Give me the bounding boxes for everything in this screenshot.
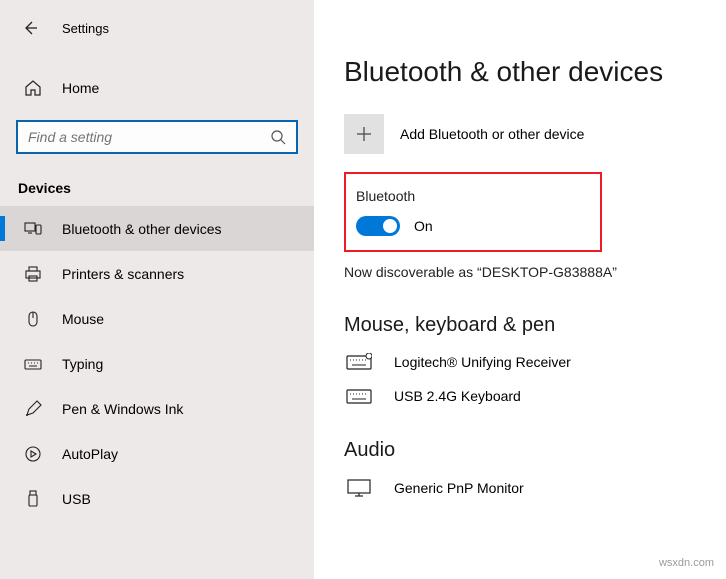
nav-label: Pen & Windows Ink: [62, 401, 183, 417]
nav-label: AutoPlay: [62, 446, 118, 462]
nav-item-pen[interactable]: Pen & Windows Ink: [0, 386, 314, 431]
nav-label: Mouse: [62, 311, 104, 327]
bluetooth-toggle-row: On: [356, 216, 584, 236]
keyboard-icon: [344, 387, 374, 405]
usb-icon: [24, 490, 42, 508]
nav-list: Bluetooth & other devices Printers & sca…: [0, 206, 314, 521]
main-content: Bluetooth & other devices Add Bluetooth …: [314, 0, 726, 579]
monitor-icon: [344, 478, 374, 498]
device-label: USB 2.4G Keyboard: [394, 388, 521, 404]
keyboard-icon: [344, 353, 374, 371]
device-item[interactable]: Generic PnP Monitor: [344, 478, 706, 498]
device-item[interactable]: USB 2.4G Keyboard: [344, 387, 706, 405]
bluetooth-heading: Bluetooth: [356, 188, 584, 204]
device-item[interactable]: Logitech® Unifying Receiver: [344, 353, 706, 371]
bluetooth-highlight-box: Bluetooth On: [344, 172, 602, 252]
search-icon: [270, 129, 286, 145]
device-label: Logitech® Unifying Receiver: [394, 354, 571, 370]
devices-icon: [24, 220, 42, 238]
bluetooth-toggle[interactable]: [356, 216, 400, 236]
add-device-label: Add Bluetooth or other device: [400, 126, 584, 142]
nav-label: Typing: [62, 356, 103, 372]
search-input[interactable]: [28, 129, 270, 145]
nav-item-usb[interactable]: USB: [0, 476, 314, 521]
autoplay-icon: [24, 445, 42, 463]
nav-label: Printers & scanners: [62, 266, 184, 282]
sidebar: Settings Home Devices Bluetooth & other …: [0, 0, 314, 579]
bluetooth-toggle-state: On: [414, 218, 433, 234]
nav-item-typing[interactable]: Typing: [0, 341, 314, 386]
nav-item-bluetooth[interactable]: Bluetooth & other devices: [0, 206, 314, 251]
window-header: Settings: [0, 0, 314, 38]
keyboard-icon: [24, 355, 42, 373]
watermark: wsxdn.com: [659, 557, 714, 569]
home-icon: [24, 79, 42, 97]
device-label: Generic PnP Monitor: [394, 480, 524, 496]
discoverable-text: Now discoverable as “DESKTOP-G83888A”: [344, 264, 706, 280]
back-button[interactable]: [20, 18, 40, 38]
nav-item-autoplay[interactable]: AutoPlay: [0, 431, 314, 476]
home-label: Home: [62, 80, 99, 96]
nav-item-mouse[interactable]: Mouse: [0, 296, 314, 341]
nav-label: Bluetooth & other devices: [62, 221, 222, 237]
home-nav[interactable]: Home: [0, 70, 314, 106]
add-device-button[interactable]: Add Bluetooth or other device: [344, 114, 706, 154]
window-title: Settings: [62, 21, 109, 36]
subheading-mouse-keyboard: Mouse, keyboard & pen: [344, 314, 706, 337]
mouse-icon: [24, 310, 42, 328]
nav-item-printers[interactable]: Printers & scanners: [0, 251, 314, 296]
plus-icon: [344, 114, 384, 154]
page-title: Bluetooth & other devices: [344, 56, 706, 88]
search-input-container[interactable]: [16, 120, 298, 154]
nav-label: USB: [62, 491, 91, 507]
subheading-audio: Audio: [344, 439, 706, 462]
arrow-left-icon: [22, 20, 38, 36]
printer-icon: [24, 265, 42, 283]
section-header: Devices: [0, 154, 314, 206]
pen-icon: [24, 400, 42, 418]
